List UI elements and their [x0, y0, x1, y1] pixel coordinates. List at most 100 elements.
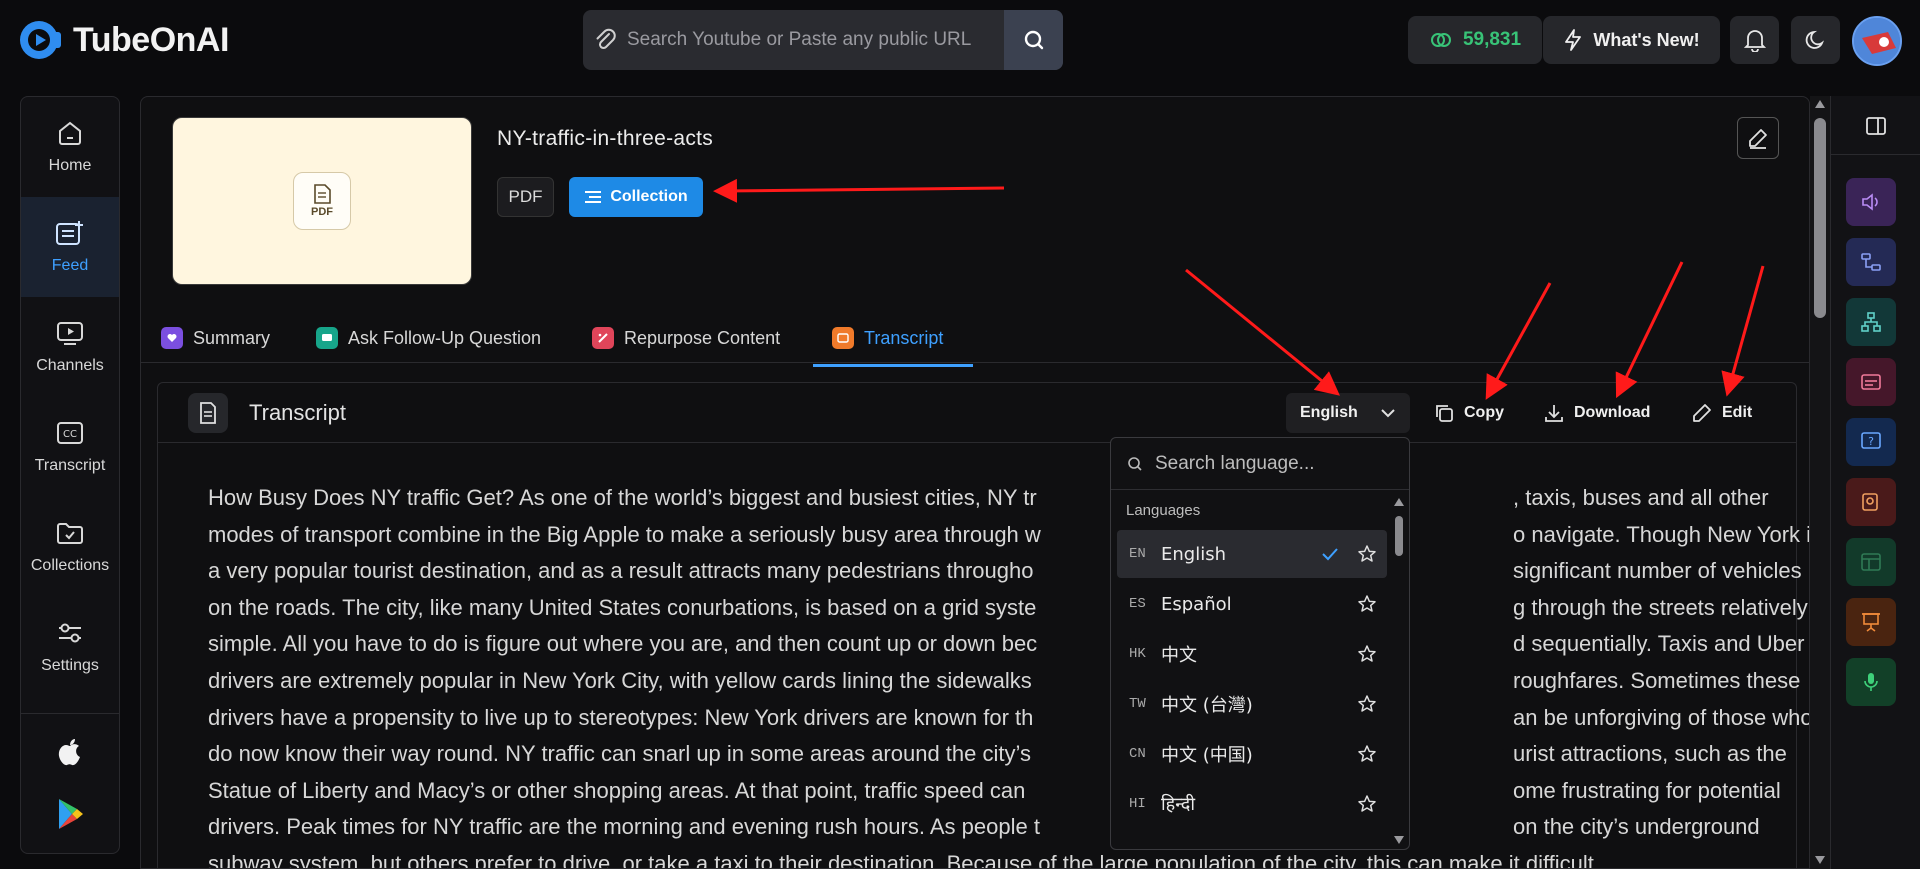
table-icon[interactable]: [1846, 538, 1896, 586]
panel-toggle-icon[interactable]: [1851, 106, 1901, 146]
download-button[interactable]: Download: [1544, 393, 1650, 433]
logo-icon: [19, 20, 65, 60]
transcript-line: drivers have a propensity to live up to …: [208, 704, 1034, 730]
channels-icon: [57, 322, 83, 345]
tab-ask-label: Ask Follow-Up Question: [348, 327, 542, 348]
download-label: Download: [1574, 404, 1651, 421]
language-option-hi[interactable]: HI हिन्दी: [1117, 780, 1387, 828]
transcript-line: How Busy Does NY traffic Get? As one of …: [208, 485, 1037, 510]
nav-item-home[interactable]: Home: [21, 97, 119, 197]
language-code: ES: [1129, 596, 1146, 612]
tab-transcript-label: Transcript: [864, 327, 944, 348]
notifications-button[interactable]: [1730, 16, 1779, 64]
language-search-input[interactable]: [1155, 452, 1385, 475]
edit-document-button[interactable]: [1737, 117, 1779, 159]
folder-check-icon: [57, 523, 83, 544]
brand-name: TubeOnAI: [73, 20, 229, 59]
copy-label: Copy: [1464, 404, 1504, 421]
search-icon: [1128, 456, 1142, 471]
main-content: PDF NY-traffic-in-three-acts PDF Collect…: [140, 96, 1810, 869]
tab-bar: Summary Ask Follow-Up Question Repurpose…: [141, 313, 1809, 363]
mic-icon[interactable]: [1846, 658, 1896, 706]
search-button[interactable]: [1004, 10, 1063, 70]
apple-store-icon[interactable]: [55, 737, 85, 776]
star-icon[interactable]: [1347, 744, 1387, 764]
subtitles-icon[interactable]: [1846, 358, 1896, 406]
star-icon[interactable]: [1347, 594, 1387, 614]
transcript-line: Statue of Liberty and Macy’s or other sh…: [208, 777, 1026, 803]
language-select[interactable]: English: [1286, 393, 1410, 433]
paperclip-icon[interactable]: [583, 27, 627, 53]
tab-summary[interactable]: Summary: [161, 313, 270, 363]
nav-item-feed[interactable]: Feed: [21, 197, 119, 297]
play-store-icon[interactable]: [55, 797, 85, 836]
pencil-icon: [1693, 404, 1711, 422]
transcript-line-end: g through the streets relatively: [1513, 594, 1808, 620]
nav-divider: [21, 713, 119, 714]
language-name: 中文: [1161, 645, 1197, 666]
speaker-icon[interactable]: [1846, 178, 1896, 226]
language-option-es[interactable]: ES Español: [1117, 580, 1387, 628]
tab-repurpose-label: Repurpose Content: [624, 327, 781, 348]
language-option-hk[interactable]: HK 中文: [1117, 630, 1387, 678]
mindmap-icon[interactable]: [1846, 298, 1896, 346]
transcript-line: drivers. Peak times for NY traffic are t…: [208, 814, 1040, 840]
star-icon[interactable]: [1347, 694, 1387, 714]
search-bar: [583, 10, 1063, 70]
language-code: HK: [1129, 646, 1146, 662]
avatar[interactable]: [1852, 16, 1902, 66]
language-option-en[interactable]: EN English: [1117, 530, 1387, 578]
main-scrollbar[interactable]: [1810, 96, 1830, 869]
language-option-tw[interactable]: TW 中文 (台灣): [1117, 680, 1387, 728]
flow-icon[interactable]: [1846, 238, 1896, 286]
star-icon[interactable]: [1347, 544, 1387, 564]
transcript-tab-icon: [832, 327, 854, 349]
dropdown-scrollbar[interactable]: [1391, 494, 1407, 848]
star-icon[interactable]: [1347, 794, 1387, 814]
transcript-line-end: on the city’s underground: [1513, 814, 1760, 840]
credits-badge[interactable]: 59,831: [1408, 16, 1542, 64]
transcript-line: a very popular tourist destination, and …: [208, 558, 1034, 584]
nav-item-collections[interactable]: Collections: [21, 497, 119, 597]
svg-text:?: ?: [1868, 435, 1874, 448]
active-tab-indicator: [813, 364, 973, 367]
transcript-line: modes of transport combine in the Big Ap…: [208, 521, 1041, 547]
language-name: 中文 (中国): [1161, 745, 1253, 766]
search-input[interactable]: [627, 29, 1004, 51]
feed-icon: [56, 221, 83, 245]
presentation-icon[interactable]: [1846, 598, 1896, 646]
tab-ask-follow-up[interactable]: Ask Follow-Up Question: [316, 313, 541, 363]
transcript-line-end: urist attractions, such as the: [1513, 741, 1787, 767]
edit-label: Edit: [1722, 404, 1753, 421]
nav-item-transcript[interactable]: CC Transcript: [21, 397, 119, 497]
language-name: हिन्दी: [1161, 794, 1196, 815]
pdf-tile-label: PDF: [311, 206, 333, 218]
summary-icon: [161, 327, 183, 349]
theme-toggle-button[interactable]: [1791, 16, 1840, 64]
sliders-icon: [59, 623, 81, 643]
language-search: [1111, 438, 1409, 490]
document-thumbnail: PDF: [172, 117, 472, 285]
nav-label-home: Home: [48, 157, 92, 174]
nav-label-transcript: Transcript: [34, 457, 106, 474]
brand-logo[interactable]: TubeOnAI: [19, 20, 229, 60]
right-toolbar: ?: [1830, 96, 1920, 869]
nav-item-channels[interactable]: Channels: [21, 297, 119, 397]
language-code: EN: [1129, 546, 1146, 562]
quiz-icon[interactable]: [1846, 478, 1896, 526]
edit-transcript-button[interactable]: Edit: [1692, 393, 1752, 433]
pdf-file-icon: PDF: [293, 172, 351, 230]
tab-repurpose-content[interactable]: Repurpose Content: [592, 313, 780, 363]
nav-label-feed: Feed: [51, 257, 89, 274]
credits-count: 59,831: [1462, 29, 1522, 50]
collection-button[interactable]: Collection: [569, 177, 703, 217]
nav-item-settings[interactable]: Settings: [21, 597, 119, 697]
language-option-cn[interactable]: CN 中文 (中国): [1117, 730, 1387, 778]
tab-transcript[interactable]: Transcript: [832, 313, 943, 363]
star-icon[interactable]: [1347, 644, 1387, 664]
question-icon[interactable]: ?: [1846, 418, 1896, 466]
copy-button[interactable]: Copy: [1434, 393, 1504, 433]
languages-section-label: Languages: [1126, 502, 1201, 519]
transcript-line-end: an be unforgiving of those who: [1513, 704, 1810, 730]
whats-new-button[interactable]: What's New!: [1543, 16, 1720, 64]
